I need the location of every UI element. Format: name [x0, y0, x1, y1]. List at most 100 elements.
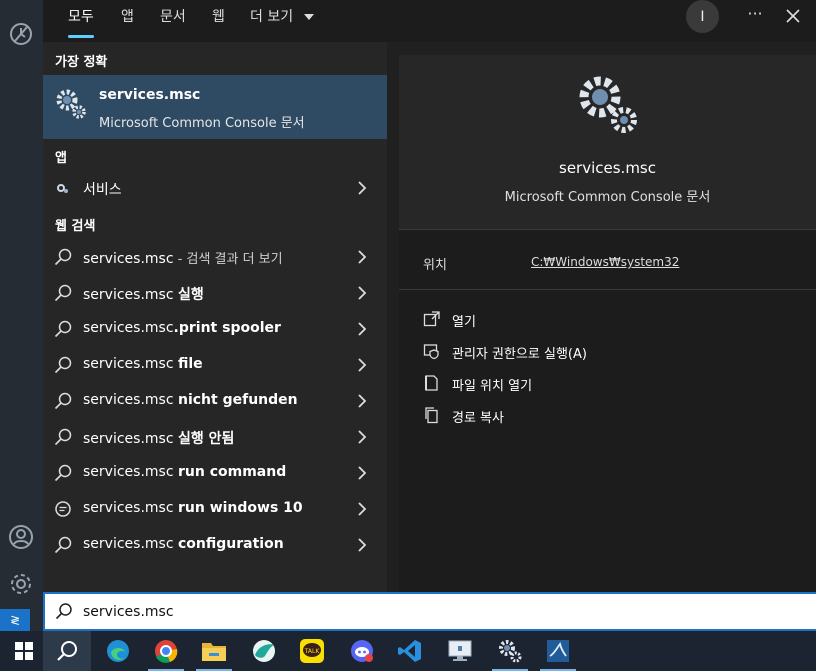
web-search-header: 웹 검색 — [55, 219, 96, 234]
services-app-icon — [57, 184, 68, 193]
tab-apps[interactable]: 앱 — [121, 0, 134, 40]
chevron-right-icon — [358, 538, 367, 552]
taskbar-discord[interactable] — [338, 631, 386, 671]
query-prefix: services.msc — [83, 251, 174, 267]
search-icon — [54, 428, 72, 446]
query-prefix: services.msc — [83, 536, 178, 552]
file-location-icon — [425, 375, 438, 391]
taskbar-edge[interactable] — [94, 631, 142, 671]
taskbar-vscode[interactable] — [386, 631, 434, 671]
chevron-right-icon — [358, 286, 367, 300]
action-open-label: 열기 — [452, 315, 476, 330]
search-icon — [54, 284, 72, 302]
taskbar-chrome[interactable] — [142, 631, 190, 671]
details-pane: services.msc Microsoft Common Console 문서… — [399, 55, 816, 592]
settings-gear-icon[interactable] — [7, 570, 35, 598]
chevron-right-icon — [358, 358, 367, 372]
admin-shield-icon — [423, 344, 439, 360]
query-prefix: services.msc — [83, 464, 178, 480]
search-icon — [57, 641, 77, 661]
search-box[interactable] — [43, 592, 816, 631]
apps-section-header: 앱 — [55, 151, 67, 166]
web-search-item[interactable]: services.msc.print spooler — [43, 312, 387, 346]
best-match-item[interactable]: services.msc Microsoft Common Console 문서 — [43, 75, 387, 139]
web-search-item[interactable]: services.msc - 검색 결과 더 보기 — [43, 240, 387, 274]
web-search-item[interactable]: services.msc configuration — [43, 528, 387, 562]
web-search-item[interactable]: services.msc 실행 안됨 — [43, 420, 387, 454]
web-search-item[interactable]: services.msc run command — [43, 456, 387, 490]
query-prefix: services.msc — [83, 356, 178, 372]
discord-icon — [351, 640, 373, 662]
app-side-rail: ≷ — [0, 0, 43, 631]
query-suffix: nicht gefunden — [177, 392, 298, 408]
taskbar-search-button[interactable] — [43, 631, 91, 671]
chrome-icon — [155, 640, 178, 663]
web-search-label: services.msc 실행 — [83, 284, 204, 304]
svg-text:TALK: TALK — [304, 648, 321, 655]
tab-documents[interactable]: 문서 — [160, 0, 186, 40]
web-search-label: services.msc - 검색 결과 더 보기 — [83, 248, 283, 267]
open-icon — [423, 311, 440, 327]
query-prefix: services.msc — [83, 287, 178, 303]
caret-down-icon — [303, 14, 314, 20]
web-search-label: services.msc 실행 안됨 — [83, 428, 234, 448]
web-search-item[interactable]: services.msc nicht gefunden — [43, 384, 387, 418]
chevron-right-icon — [358, 322, 367, 336]
history-icon[interactable] — [7, 20, 35, 48]
tab-more[interactable]: 더 보기 — [250, 0, 314, 40]
taskbar-file-explorer[interactable] — [190, 631, 238, 671]
query-suffix: configuration — [177, 536, 284, 552]
web-search-label: services.msc nicht gefunden — [83, 392, 298, 408]
tab-all[interactable]: 모두 — [68, 0, 94, 40]
action-copy-path[interactable]: 경로 복사 — [423, 404, 723, 426]
chevron-right-icon — [358, 430, 367, 444]
services-gear-icon — [499, 640, 522, 663]
location-link[interactable]: C:₩Windows₩system32 — [531, 255, 679, 269]
action-run-as-admin[interactable]: 관리자 권한으로 실행(A) — [423, 340, 723, 362]
best-match-title: services.msc — [99, 87, 201, 103]
query-suffix: 실행 안됨 — [177, 431, 235, 447]
query-prefix: services.msc — [83, 392, 178, 408]
taskbar-services[interactable] — [486, 631, 534, 671]
account-icon[interactable] — [7, 523, 35, 551]
taskbar-kakaotalk[interactable]: TALK — [288, 631, 336, 671]
kakaotalk-icon: TALK — [300, 639, 324, 663]
chat-icon — [55, 501, 71, 517]
web-search-label: services.msc run command — [83, 464, 286, 480]
best-match-header: 가장 정확 — [55, 55, 108, 70]
details-divider — [399, 289, 816, 290]
remote-indicator-icon[interactable]: ≷ — [0, 609, 30, 631]
search-icon — [54, 356, 72, 374]
chevron-right-icon — [358, 250, 367, 264]
details-subtitle: Microsoft Common Console 문서 — [504, 190, 711, 205]
chevron-right-icon — [358, 181, 367, 195]
services-large-icon — [579, 76, 637, 133]
remote-desktop-icon — [448, 640, 472, 661]
tab-web[interactable]: 웹 — [212, 0, 225, 40]
close-button[interactable] — [785, 4, 807, 28]
taskbar-remote-desktop[interactable] — [436, 631, 484, 671]
search-icon — [54, 320, 72, 338]
app-icon — [253, 640, 275, 662]
more-options-button[interactable]: ··· — [743, 4, 767, 28]
query-prefix: services.msc — [83, 320, 174, 336]
search-icon — [54, 464, 72, 482]
taskbar-app[interactable] — [240, 631, 288, 671]
start-button[interactable] — [0, 631, 48, 671]
taskbar-wireshark[interactable] — [534, 631, 582, 671]
search-icon — [55, 603, 72, 620]
search-tabs: 모두 앱 문서 웹 더 보기 I ··· — [43, 0, 816, 42]
action-open[interactable]: 열기 — [423, 308, 723, 330]
web-search-item[interactable]: services.msc file — [43, 348, 387, 382]
search-flyout: 모두 앱 문서 웹 더 보기 I ··· 가장 정확 services.msc … — [43, 0, 816, 592]
search-icon — [54, 248, 72, 266]
app-item-services[interactable]: 서비스 — [43, 171, 387, 205]
web-search-label: services.msc file — [83, 356, 203, 372]
search-input[interactable] — [83, 599, 683, 625]
web-search-item[interactable]: services.msc 실행 — [43, 276, 387, 310]
web-search-label: services.msc.print spooler — [83, 320, 281, 336]
account-avatar[interactable]: I — [686, 0, 719, 33]
action-open-file-location[interactable]: 파일 위치 열기 — [423, 372, 723, 394]
web-search-item[interactable]: services.msc run windows 10 — [43, 492, 387, 526]
query-suffix: run windows 10 — [177, 500, 303, 516]
